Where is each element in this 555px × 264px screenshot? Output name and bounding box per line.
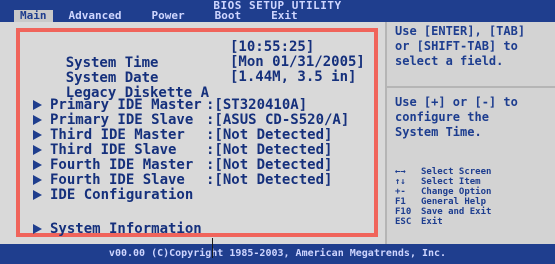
system-time-value[interactable]: [10:55:25] [230, 39, 314, 55]
key-esc: ESC [395, 217, 412, 227]
system-date-row[interactable]: System Date [32, 54, 159, 86]
system-information[interactable]: System Information [50, 221, 202, 237]
copyright-footer: v00.00 (C)Copyright 1985-2003, American … [0, 244, 555, 264]
tab-power[interactable]: Power [145, 10, 190, 22]
ide-configuration[interactable]: IDE Configuration [50, 187, 193, 203]
tab-advanced[interactable]: Advanced [63, 10, 128, 22]
key-arrows-ud: ↑↓ [395, 177, 406, 187]
ide-fourth-master[interactable]: Fourth IDE Master [50, 157, 193, 173]
key-arrows-lr: ←→ [395, 167, 406, 177]
pointer-line [212, 238, 213, 258]
ide-fourth-slave-value: :[Not Detected] [206, 172, 333, 188]
ide-fourth-master-value: :[Not Detected] [206, 157, 333, 173]
tab-main[interactable]: Main [14, 10, 53, 22]
key-desc: General Help [421, 197, 487, 207]
help-panel: Use [ENTER], [TAB] or [SHIFT-TAB] to sel… [385, 22, 555, 244]
key-legend: ←→ Select Screen ↑↓ Select Item +- Change O… [395, 167, 491, 227]
key-desc: Select Screen [421, 167, 492, 177]
legacy-diskette-row[interactable]: Legacy Diskette A [32, 69, 209, 101]
ide-third-slave-value: :[Not Detected] [206, 142, 333, 158]
help-line-2: or [SHIFT-TAB] to [395, 39, 518, 53]
key-desc: Change Option [421, 187, 492, 197]
help-line-6: System Time. [395, 125, 482, 139]
key-plusminus: +- [395, 187, 406, 197]
ide-third-master[interactable]: Third IDE Master [50, 127, 185, 143]
ide-third-slave[interactable]: Third IDE Slave [50, 142, 176, 158]
tab-exit[interactable]: Exit [265, 10, 304, 22]
menu-tabs: Main Advanced Power Boot Exit [14, 10, 304, 22]
help-line-3: select a field. [395, 54, 504, 68]
help-divider [387, 86, 555, 88]
ide-primary-master-value: :[ST320410A] [206, 97, 308, 113]
help-line-4: Use [+] or [-] to [395, 95, 518, 109]
submenu-arrow-icon [33, 100, 42, 110]
ide-fourth-slave[interactable]: Fourth IDE Slave [50, 172, 185, 188]
key-desc: Exit [421, 217, 443, 227]
submenu-arrow-icon [33, 190, 42, 200]
key-f1: F1 [395, 197, 406, 207]
ide-primary-slave-value: :[ASUS CD-S520/A] [206, 112, 350, 128]
bios-screen: BIOS SETUP UTILITY Main Advanced Power B… [0, 0, 555, 264]
submenu-arrow-icon [33, 145, 42, 155]
ide-primary-slave[interactable]: Primary IDE Slave [50, 112, 193, 128]
tab-boot[interactable]: Boot [209, 10, 248, 22]
submenu-arrow-icon [33, 160, 42, 170]
ide-primary-master[interactable]: Primary IDE Master [50, 97, 202, 113]
help-line-5: configure the [395, 110, 489, 124]
key-f10: F10 [395, 207, 412, 217]
submenu-arrow-icon [33, 175, 42, 185]
help-line-1: Use [ENTER], [TAB] [395, 24, 526, 38]
submenu-arrow-icon [33, 115, 42, 125]
system-date-value[interactable]: [Mon 01/31/2005] [230, 54, 365, 70]
ide-third-master-value: :[Not Detected] [206, 127, 333, 143]
key-desc: Select Item [421, 177, 481, 187]
system-time-row[interactable]: System Time [32, 39, 159, 71]
title-bar: BIOS SETUP UTILITY Main Advanced Power B… [0, 0, 555, 22]
submenu-arrow-icon [33, 224, 42, 234]
submenu-arrow-icon [33, 130, 42, 140]
legacy-diskette-value[interactable]: [1.44M, 3.5 in] [230, 69, 356, 85]
key-desc: Save and Exit [421, 207, 492, 217]
